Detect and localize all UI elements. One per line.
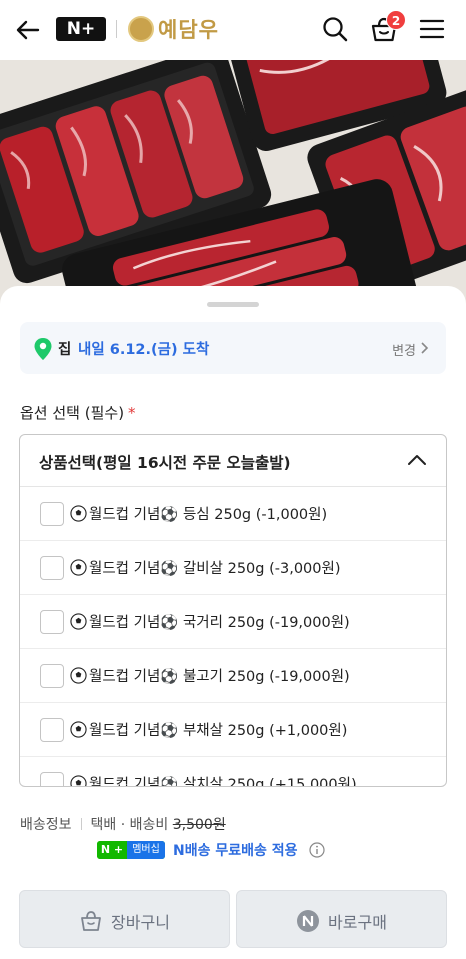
option-title-text: 옵션 선택 (필수) (20, 404, 125, 422)
soccer-ball-icon (70, 559, 87, 576)
product-hero-image (0, 60, 466, 310)
option-list: 월드컵 기념⚽ 등심 250g (-1,000원) 월드컵 기념⚽ 갈비살 25… (20, 487, 446, 787)
info-icon[interactable] (309, 842, 325, 858)
option-select-dropdown[interactable]: 상품선택(평일 16시전 주문 오늘출발) 월드컵 기념⚽ 등심 250g (-… (19, 434, 447, 787)
shipping-divider (80, 818, 82, 830)
dropdown-label: 상품선택(평일 16시전 주문 오늘출발) (39, 454, 291, 472)
shipping-fee-original: 3,500원 (172, 817, 226, 833)
add-to-cart-button[interactable]: 장바구니 (19, 890, 230, 948)
free-shipping-text: N배송 무료배송 적용 (173, 843, 298, 859)
option-checkbox[interactable] (40, 610, 64, 634)
option-bottom-sheet: 집 내일 6.12.(금) 도착 변경 옵션 선택 (필수) * 상품선택(평일 … (0, 286, 466, 959)
buy-now-button[interactable]: 바로구매 (236, 890, 447, 948)
buy-now-content: 바로구매 (237, 909, 446, 933)
delivery-info-box[interactable]: 집 내일 6.12.(금) 도착 변경 (20, 322, 446, 374)
soccer-ball-icon (70, 613, 87, 630)
chevron-right-icon (421, 342, 429, 354)
menu-icon[interactable] (419, 17, 445, 41)
naver-pay-icon (297, 910, 320, 932)
delivery-arrival-date: 내일 6.12.(금) 도착 (78, 342, 210, 358)
option-label-text: 월드컵 기념⚽ 살치살 250g (+15,000원) (89, 777, 357, 787)
sheet-drag-handle[interactable] (207, 302, 259, 307)
header-divider (116, 20, 117, 38)
option-label-text: 월드컵 기념⚽ 국거리 250g (-19,000원) (89, 615, 350, 631)
option-checkbox[interactable] (40, 502, 64, 526)
option-label: 월드컵 기념⚽ 부채살 250g (+1,000원) (70, 719, 347, 740)
option-item[interactable]: 월드컵 기념⚽ 살치살 250g (+15,000원) (20, 757, 446, 787)
option-checkbox[interactable] (40, 772, 64, 786)
option-label-text: 월드컵 기념⚽ 부채살 250g (+1,000원) (89, 723, 348, 739)
app-header: N+ 예담우 2 (0, 0, 466, 60)
naver-membership-badge: N + 멤버십 (97, 841, 165, 859)
search-icon[interactable] (321, 15, 349, 43)
option-label: 월드컵 기념⚽ 살치살 250g (+15,000원) (70, 773, 357, 787)
buy-now-label: 바로구매 (328, 913, 387, 932)
option-checkbox[interactable] (40, 556, 64, 580)
option-label: 월드컵 기념⚽ 등심 250g (-1,000원) (70, 503, 327, 524)
option-label: 월드컵 기념⚽ 국거리 250g (-19,000원) (70, 611, 350, 632)
add-to-cart-label: 장바구니 (111, 913, 170, 932)
option-section-title: 옵션 선택 (필수) * (20, 402, 136, 423)
cart-count-badge: 2 (386, 10, 406, 30)
beef-trays-image (0, 60, 466, 310)
delivery-change-link[interactable]: 변경 (392, 340, 416, 359)
option-label-text: 월드컵 기념⚽ 등심 250g (-1,000원) (89, 507, 328, 523)
brand-name[interactable]: 예담우 (158, 14, 219, 44)
option-label: 월드컵 기념⚽ 불고기 250g (-19,000원) (70, 665, 350, 686)
shipping-label: 배송정보 (20, 817, 72, 833)
location-pin-icon (34, 338, 52, 360)
shipping-method: 택배 · 배송비 (90, 817, 169, 833)
brand-emblem-icon (128, 16, 154, 42)
option-label-text: 월드컵 기념⚽ 불고기 250g (-19,000원) (89, 669, 350, 685)
option-item[interactable]: 월드컵 기념⚽ 불고기 250g (-19,000원) (20, 649, 446, 703)
shipping-info-row: 배송정보 택배 · 배송비 3,500원 (20, 814, 226, 834)
soccer-ball-icon (70, 721, 87, 738)
dropdown-header[interactable]: 상품선택(평일 16시전 주문 오늘출발) (20, 435, 446, 487)
membership-badge-text: 멤버십 (127, 841, 165, 859)
option-checkbox[interactable] (40, 718, 64, 742)
soccer-ball-icon (70, 505, 87, 522)
option-item[interactable]: 월드컵 기념⚽ 국거리 250g (-19,000원) (20, 595, 446, 649)
required-mark: * (128, 404, 136, 422)
nplus-badge-text: N + (97, 841, 127, 859)
option-label-text: 월드컵 기념⚽ 갈비살 250g (-3,000원) (89, 561, 341, 577)
nplus-logo[interactable]: N+ (56, 17, 106, 41)
option-checkbox[interactable] (40, 664, 64, 688)
back-arrow-icon[interactable] (14, 16, 42, 44)
option-item[interactable]: 월드컵 기념⚽ 부채살 250g (+1,000원) (20, 703, 446, 757)
option-item[interactable]: 월드컵 기념⚽ 갈비살 250g (-3,000원) (20, 541, 446, 595)
delivery-destination: 집 (58, 342, 72, 358)
option-item[interactable]: 월드컵 기념⚽ 등심 250g (-1,000원) (20, 487, 446, 541)
option-label: 월드컵 기념⚽ 갈비살 250g (-3,000원) (70, 557, 341, 578)
shopping-bag-icon (81, 911, 101, 931)
soccer-ball-icon (70, 775, 87, 786)
add-to-cart-content: 장바구니 (20, 909, 229, 933)
soccer-ball-icon (70, 667, 87, 684)
chevron-up-icon[interactable] (407, 453, 427, 467)
